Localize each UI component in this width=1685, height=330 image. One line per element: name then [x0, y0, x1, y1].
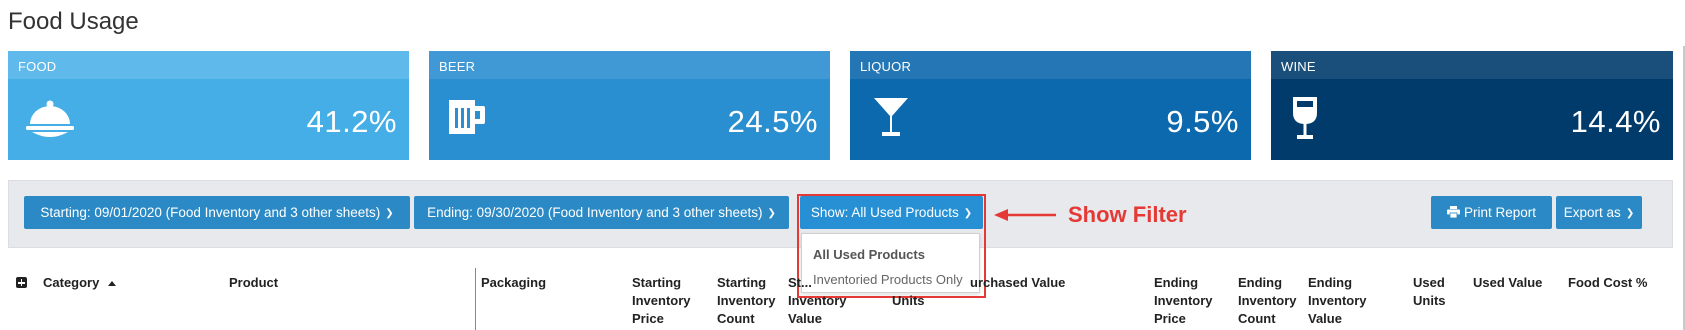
card-food: FOOD 41.2%: [8, 51, 409, 160]
card-head: [8, 51, 409, 79]
header-ending-inventory-value[interactable]: Ending Inventory Value: [1308, 274, 1378, 328]
export-as-label: Export as: [1563, 205, 1621, 220]
export-as-button[interactable]: Export as ❯: [1556, 196, 1642, 229]
card-liquor: LIQUOR 9.5%: [850, 51, 1251, 160]
header-ending-inventory-price[interactable]: Ending Inventory Price: [1154, 274, 1224, 328]
chevron-down-icon: ❯: [385, 208, 394, 219]
card-label: WINE: [1281, 59, 1316, 74]
header-packaging[interactable]: Packaging: [481, 274, 546, 292]
header-used-value[interactable]: Used Value: [1473, 274, 1542, 292]
header-starting-inventory-price[interactable]: Starting Inventory Price: [632, 274, 708, 328]
print-report-button[interactable]: Print Report: [1431, 196, 1552, 229]
print-report-label: Print Report: [1463, 205, 1537, 220]
header-purchased-value[interactable]: urchased Value: [970, 274, 1065, 292]
header-starting-inventory-count[interactable]: Starting Inventory Count: [717, 274, 789, 328]
chevron-down-icon: ❯: [1625, 208, 1635, 219]
ending-date-label: Ending: 09/30/2020 (Food Inventory and 3…: [427, 205, 763, 220]
martini-glass-icon: [872, 96, 910, 145]
starting-date-button[interactable]: Starting: 09/01/2020 (Food Inventory and…: [24, 196, 410, 229]
wine-glass-icon: [1291, 95, 1319, 146]
card-label: FOOD: [18, 59, 57, 74]
cloche-icon: [24, 98, 76, 145]
card-label: LIQUOR: [860, 59, 912, 74]
printer-icon: [1446, 197, 1460, 230]
annotation-arrow-icon: [994, 207, 1056, 228]
card-label: BEER: [439, 59, 476, 74]
beer-mug-icon: [447, 98, 487, 141]
starting-date-label: Starting: 09/01/2020 (Food Inventory and…: [40, 205, 381, 220]
expand-all-icon[interactable]: [16, 277, 27, 288]
column-divider[interactable]: [475, 268, 476, 330]
card-head: [1271, 51, 1673, 79]
page-title: Food Usage: [8, 8, 139, 35]
card-value: 14.4%: [1570, 104, 1661, 139]
card-value: 24.5%: [727, 104, 818, 139]
card-value: 41.2%: [306, 104, 397, 139]
annotation-label: Show Filter: [1068, 202, 1187, 227]
header-ending-inventory-count[interactable]: Ending Inventory Count: [1238, 274, 1302, 328]
sort-ascending-icon[interactable]: [108, 281, 116, 286]
header-used-units[interactable]: Used Units: [1413, 274, 1453, 310]
ending-date-button[interactable]: Ending: 09/30/2020 (Food Inventory and 3…: [414, 196, 789, 229]
header-starting-inventory-value[interactable]: St... Inventory Value: [788, 274, 848, 330]
chevron-down-icon: ❯: [767, 208, 776, 219]
header-product[interactable]: Product: [229, 274, 278, 292]
card-head: [429, 51, 830, 79]
header-category[interactable]: Category: [43, 274, 99, 292]
header-purchased-units[interactable]: Units: [892, 292, 925, 310]
header-food-cost-pct[interactable]: Food Cost %: [1568, 274, 1647, 292]
card-beer: BEER 24.5%: [429, 51, 830, 160]
card-wine: WINE 14.4%: [1271, 51, 1673, 160]
card-value: 9.5%: [1166, 104, 1239, 139]
